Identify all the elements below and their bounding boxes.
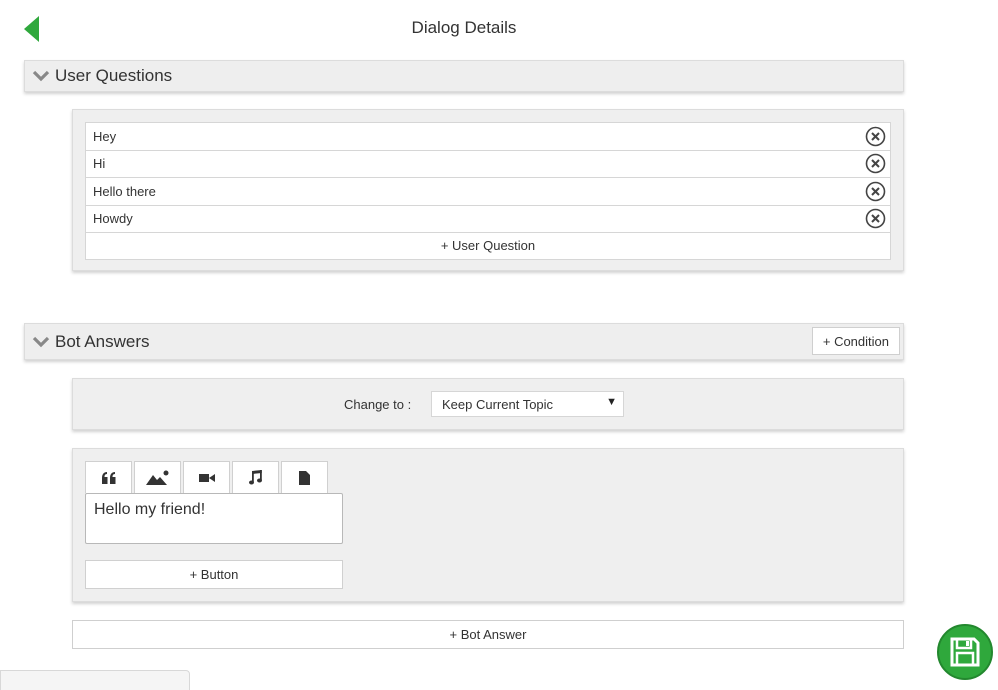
user-question-text[interactable]: Hey	[93, 129, 116, 144]
add-user-question-button[interactable]: + User Question	[85, 232, 891, 260]
add-bot-answer-button[interactable]: + Bot Answer	[72, 620, 904, 649]
remove-icon[interactable]	[865, 153, 886, 174]
remove-icon[interactable]	[865, 208, 886, 229]
tab-file[interactable]	[281, 461, 328, 493]
tab-video[interactable]	[183, 461, 230, 493]
file-icon	[299, 470, 310, 485]
user-questions-panel: Hey Hi Hello there Howdy + User Question	[72, 109, 904, 271]
tab-audio[interactable]	[232, 461, 279, 493]
user-question-text[interactable]: Hello there	[93, 184, 156, 199]
bot-answer-panel: Hello my friend! + Button	[72, 448, 904, 602]
topic-panel: Change to : Keep Current Topic ▼	[72, 378, 904, 430]
user-question-text[interactable]: Howdy	[93, 211, 133, 226]
remove-icon[interactable]	[865, 126, 886, 147]
tab-text[interactable]	[85, 461, 132, 493]
music-icon	[248, 469, 262, 484]
bottom-panel-tab[interactable]	[0, 670, 190, 690]
quote-icon	[101, 471, 115, 484]
bot-answers-header[interactable]: Bot Answers + Condition	[24, 323, 904, 360]
image-icon	[145, 470, 168, 485]
section-title: Bot Answers	[55, 331, 150, 351]
remove-icon[interactable]	[865, 181, 886, 202]
add-button-button[interactable]: + Button	[85, 560, 343, 589]
page-title: Dialog Details	[411, 18, 517, 37]
user-question-row[interactable]: Hi	[85, 149, 891, 177]
add-condition-button[interactable]: + Condition	[811, 327, 900, 355]
save-button[interactable]	[937, 624, 993, 680]
user-question-row[interactable]: Hello there	[85, 177, 891, 205]
topic-select[interactable]: Keep Current Topic ▼	[431, 391, 624, 417]
answer-text-input[interactable]: Hello my friend!	[85, 493, 343, 544]
chevron-down-icon[interactable]	[27, 60, 55, 92]
topic-select-value: Keep Current Topic	[442, 396, 554, 412]
user-question-row[interactable]: Hey	[85, 122, 891, 150]
user-question-text[interactable]: Hi	[93, 156, 105, 171]
chevron-down-icon[interactable]	[27, 326, 55, 358]
tab-image[interactable]	[134, 461, 181, 493]
save-icon	[950, 637, 980, 667]
section-title: User Questions	[55, 66, 173, 85]
user-question-list: Hey Hi Hello there Howdy + User Question	[85, 122, 891, 260]
user-question-row[interactable]: Howdy	[85, 204, 891, 232]
change-to-label: Change to :	[344, 397, 412, 412]
answer-type-tabs	[85, 461, 330, 493]
user-questions-header[interactable]: User Questions	[24, 60, 904, 92]
video-icon	[198, 473, 215, 482]
dropdown-arrow-icon: ▼	[606, 396, 617, 408]
